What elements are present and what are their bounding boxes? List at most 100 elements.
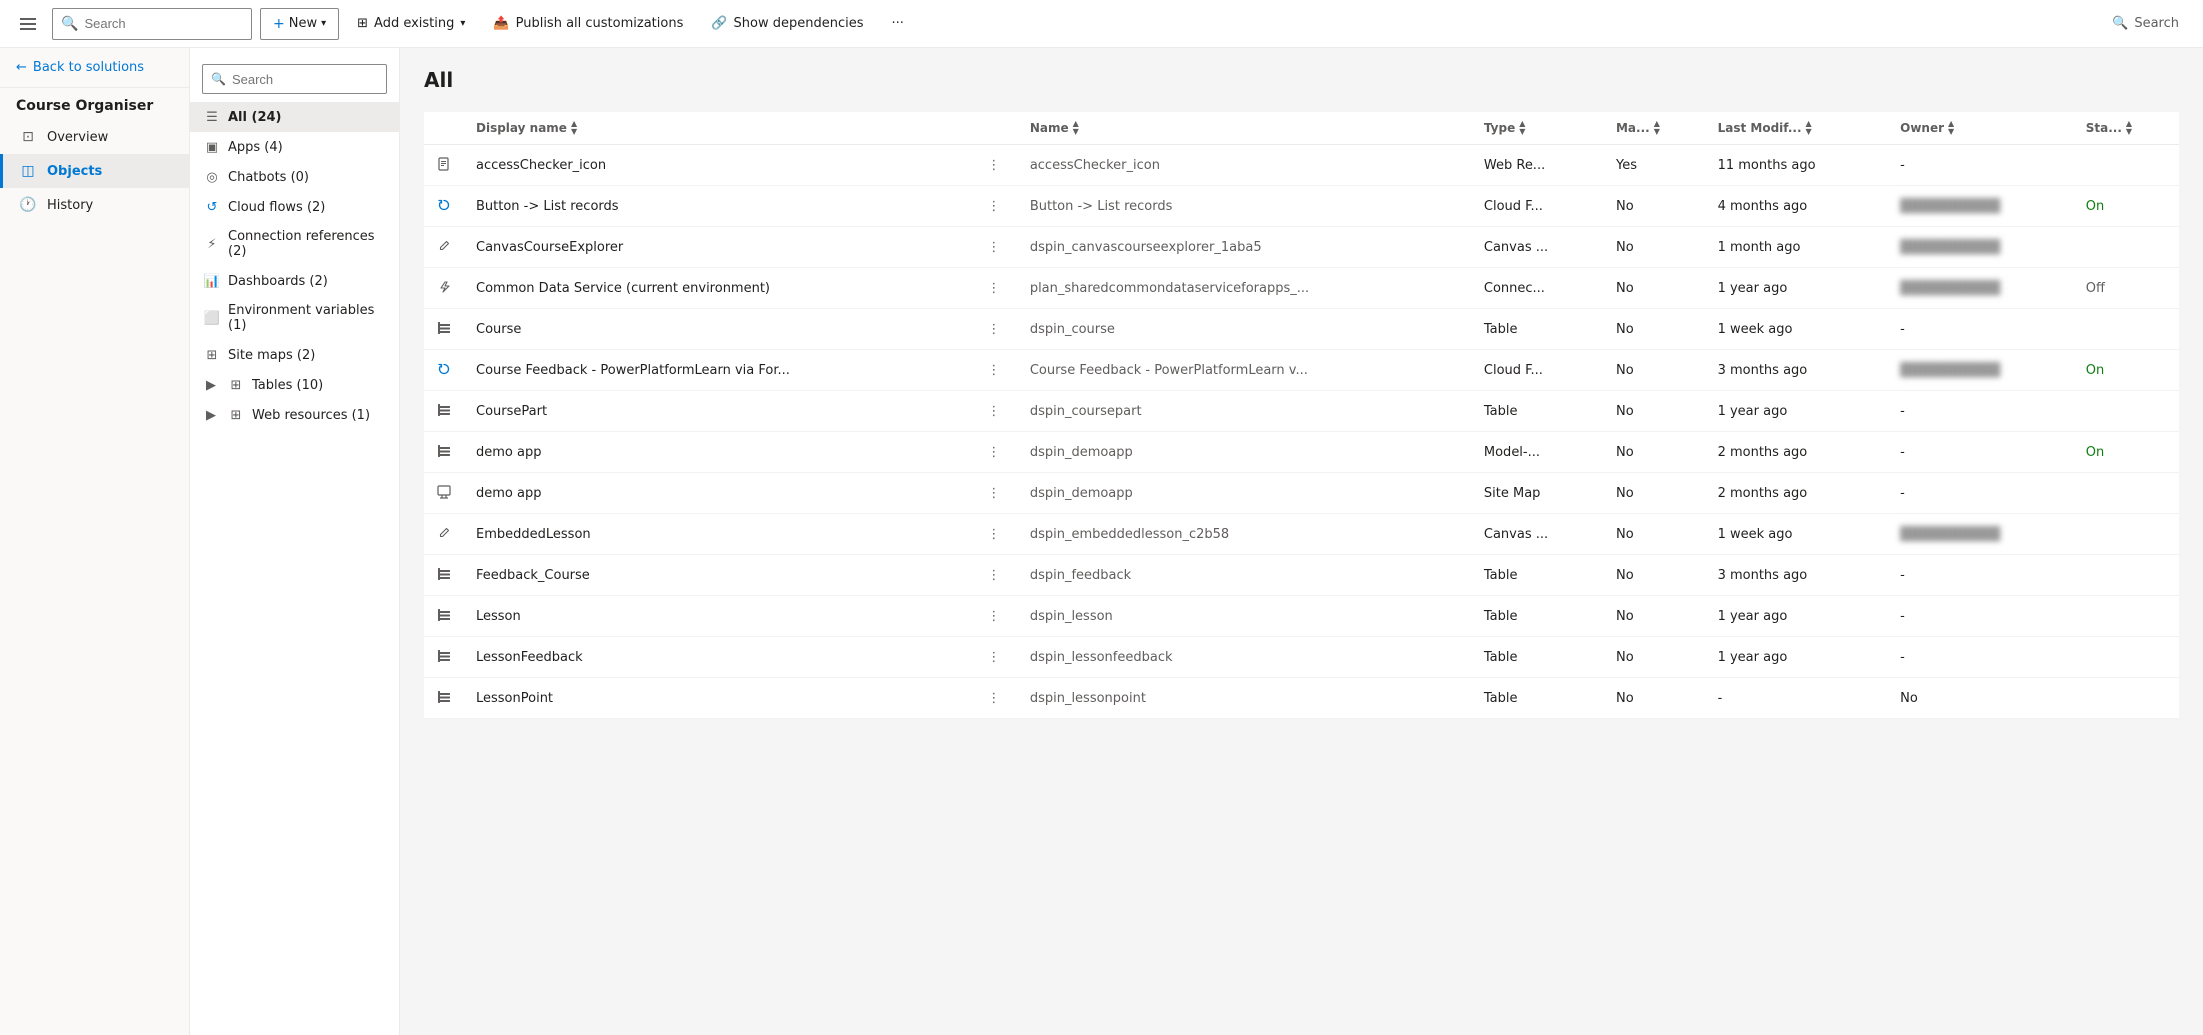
- object-list-item-dashboards[interactable]: 📊 Dashboards (2): [190, 266, 399, 296]
- table-row[interactable]: Course ⋮ dspin_course Table No 1 week ag…: [424, 309, 2179, 350]
- more-actions-button[interactable]: ⋮: [982, 317, 1006, 341]
- more-actions-button[interactable]: ⋮: [982, 153, 1006, 177]
- row-more-actions[interactable]: ⋮: [970, 473, 1018, 514]
- more-actions-button[interactable]: ⋮: [982, 399, 1006, 423]
- table-row[interactable]: LessonPoint ⋮ dspin_lessonpoint Table No…: [424, 678, 2179, 719]
- expand-tables-icon[interactable]: ▶: [204, 378, 218, 392]
- sidebar-item-objects[interactable]: ◫ Objects: [0, 154, 189, 188]
- object-list-item-chatbots[interactable]: ◎ Chatbots (0): [190, 162, 399, 192]
- row-display-name: demo app: [464, 473, 970, 514]
- col-header-managed[interactable]: Ma... ▲▼: [1604, 112, 1706, 145]
- row-more-actions[interactable]: ⋮: [970, 555, 1018, 596]
- row-more-actions[interactable]: ⋮: [970, 596, 1018, 637]
- row-more-actions[interactable]: ⋮: [970, 186, 1018, 227]
- row-status: On: [2074, 350, 2179, 391]
- row-more-actions[interactable]: ⋮: [970, 432, 1018, 473]
- more-actions-button[interactable]: ⋮: [982, 604, 1006, 628]
- more-actions-button[interactable]: ⋮: [982, 645, 1006, 669]
- row-last-modified: 1 month ago: [1706, 227, 1889, 268]
- object-search-input[interactable]: [232, 72, 378, 87]
- col-header-name[interactable]: Name ▲▼: [1018, 112, 1472, 145]
- row-more-actions[interactable]: ⋮: [970, 678, 1018, 719]
- row-more-actions[interactable]: ⋮: [970, 391, 1018, 432]
- publish-button[interactable]: 📤 Publish all customizations: [483, 8, 693, 40]
- row-more-actions[interactable]: ⋮: [970, 145, 1018, 186]
- table-row[interactable]: EmbeddedLesson ⋮ dspin_embeddedlesson_c2…: [424, 514, 2179, 555]
- more-actions-button[interactable]: ⋮: [982, 358, 1006, 382]
- row-more-actions[interactable]: ⋮: [970, 514, 1018, 555]
- more-actions-button[interactable]: ⋮: [982, 481, 1006, 505]
- row-display-name: accessChecker_icon: [464, 145, 970, 186]
- object-list-item-all[interactable]: ☰ All (24): [190, 102, 399, 132]
- sidebar-item-history[interactable]: 🕐 History: [0, 188, 189, 222]
- more-actions-button[interactable]: ⋮: [982, 276, 1006, 300]
- object-list-item-env-vars[interactable]: ⬜ Environment variables (1): [190, 296, 399, 340]
- row-display-name: CoursePart: [464, 391, 970, 432]
- history-icon: 🕐: [19, 196, 37, 214]
- sidebar: ← Back to solutions Course Organiser ⊡ O…: [0, 48, 190, 1035]
- sidebar-item-overview[interactable]: ⊡ Overview: [0, 120, 189, 154]
- topbar-search-box[interactable]: 🔍: [52, 8, 252, 40]
- row-owner: -: [1888, 555, 2074, 596]
- more-button[interactable]: ···: [882, 8, 914, 40]
- search-icon-obj: 🔍: [211, 72, 226, 86]
- table-row[interactable]: demo app ⋮ dspin_demoapp Model-... No 2 …: [424, 432, 2179, 473]
- row-managed: No: [1604, 309, 1706, 350]
- new-label: New: [289, 16, 317, 31]
- more-actions-button[interactable]: ⋮: [982, 563, 1006, 587]
- show-dependencies-button[interactable]: 🔗 Show dependencies: [701, 8, 873, 40]
- row-display-name: Feedback_Course: [464, 555, 970, 596]
- publish-label: Publish all customizations: [516, 16, 684, 31]
- hamburger-menu[interactable]: [12, 8, 44, 40]
- row-managed: No: [1604, 678, 1706, 719]
- col-header-last-modified[interactable]: Last Modif... ▲▼: [1706, 112, 1889, 145]
- object-list-item-web-resources[interactable]: ▶ ⊞ Web resources (1): [190, 400, 399, 430]
- object-search-box[interactable]: 🔍: [202, 64, 387, 94]
- table-row[interactable]: demo app ⋮ dspin_demoapp Site Map No 2 m…: [424, 473, 2179, 514]
- new-button[interactable]: + New ▾: [260, 8, 339, 40]
- more-actions-button[interactable]: ⋮: [982, 522, 1006, 546]
- col-header-owner[interactable]: Owner ▲▼: [1888, 112, 2074, 145]
- dashboards-icon: 📊: [204, 273, 220, 289]
- more-actions-button[interactable]: ⋮: [982, 686, 1006, 710]
- back-to-solutions-button[interactable]: ← Back to solutions: [0, 48, 189, 88]
- more-actions-button[interactable]: ⋮: [982, 194, 1006, 218]
- table-row[interactable]: Button -> List records ⋮ Button -> List …: [424, 186, 2179, 227]
- object-list-item-cloud-flows[interactable]: ↺ Cloud flows (2): [190, 192, 399, 222]
- row-more-actions[interactable]: ⋮: [970, 268, 1018, 309]
- row-type-icon: [436, 689, 452, 705]
- more-actions-button[interactable]: ⋮: [982, 440, 1006, 464]
- table-header-row: Display name ▲▼ Name ▲▼: [424, 112, 2179, 145]
- row-status: On: [2074, 186, 2179, 227]
- table-row[interactable]: CoursePart ⋮ dspin_coursepart Table No 1…: [424, 391, 2179, 432]
- col-label-last-modified: Last Modif...: [1718, 121, 1802, 135]
- object-list-item-site-maps[interactable]: ⊞ Site maps (2): [190, 340, 399, 370]
- row-more-actions[interactable]: ⋮: [970, 309, 1018, 350]
- object-list-item-connection-refs[interactable]: ⚡ Connection references (2): [190, 222, 399, 266]
- object-list-item-apps[interactable]: ▣ Apps (4): [190, 132, 399, 162]
- content-scroll-area: All Display name ▲▼: [400, 48, 2203, 1035]
- table-row[interactable]: accessChecker_icon ⋮ accessChecker_icon …: [424, 145, 2179, 186]
- table-row[interactable]: CanvasCourseExplorer ⋮ dspin_canvascours…: [424, 227, 2179, 268]
- add-existing-button[interactable]: ⊞ Add existing ▾: [347, 8, 475, 40]
- col-header-type[interactable]: Type ▲▼: [1472, 112, 1604, 145]
- topbar-search-input[interactable]: [84, 16, 243, 31]
- col-header-display-name[interactable]: Display name ▲▼: [464, 112, 970, 145]
- row-status: On: [2074, 432, 2179, 473]
- row-more-actions[interactable]: ⋮: [970, 227, 1018, 268]
- table-row[interactable]: LessonFeedback ⋮ dspin_lessonfeedback Ta…: [424, 637, 2179, 678]
- table-row[interactable]: Course Feedback - PowerPlatformLearn via…: [424, 350, 2179, 391]
- row-more-actions[interactable]: ⋮: [970, 350, 1018, 391]
- table-row[interactable]: Lesson ⋮ dspin_lesson Table No 1 year ag…: [424, 596, 2179, 637]
- expand-web-resources-icon[interactable]: ▶: [204, 408, 218, 422]
- row-owner: -: [1888, 309, 2074, 350]
- topbar-right-search[interactable]: 🔍 Search: [2100, 8, 2191, 40]
- more-actions-button[interactable]: ⋮: [982, 235, 1006, 259]
- row-type-icon: [436, 279, 452, 295]
- col-header-status[interactable]: Sta... ▲▼: [2074, 112, 2179, 145]
- table-row[interactable]: Feedback_Course ⋮ dspin_feedback Table N…: [424, 555, 2179, 596]
- row-more-actions[interactable]: ⋮: [970, 637, 1018, 678]
- object-list-item-tables[interactable]: ▶ ⊞ Tables (10): [190, 370, 399, 400]
- table-row[interactable]: Common Data Service (current environment…: [424, 268, 2179, 309]
- row-owner: -: [1888, 637, 2074, 678]
